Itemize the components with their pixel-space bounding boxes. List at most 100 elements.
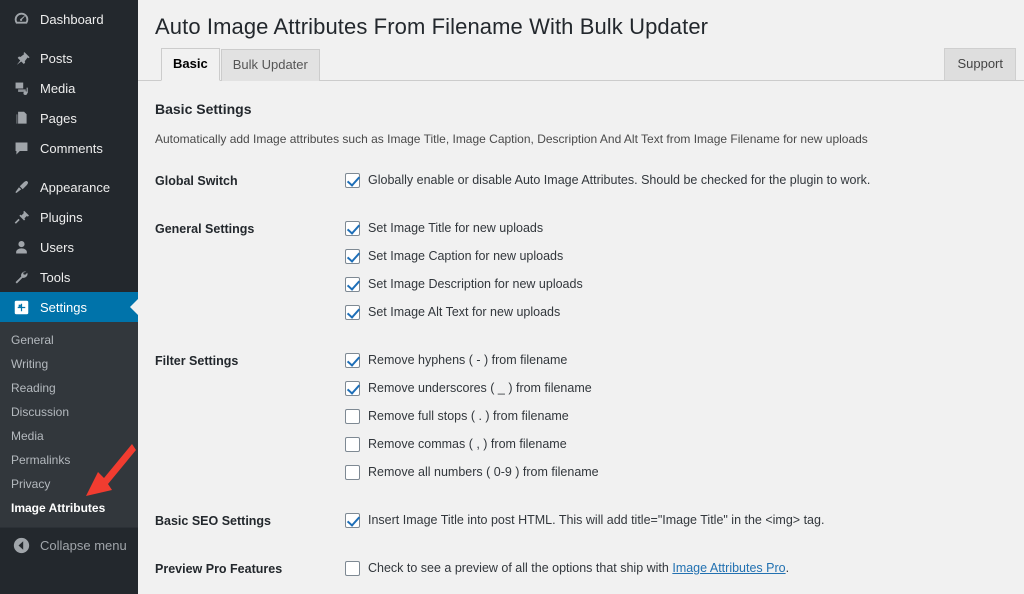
sidebar-menu: Dashboard Posts Media Pages Comments Appearan… <box>0 0 138 322</box>
tab-basic[interactable]: Basic <box>161 48 220 81</box>
checkbox-label-preview-pro: Check to see a preview of all the option… <box>368 560 789 576</box>
dashboard-icon <box>11 9 31 29</box>
checkbox-preview-pro-features[interactable]: Check to see a preview of all the option… <box>345 560 1024 576</box>
checkbox-label: Set Image Alt Text for new uploads <box>368 305 561 319</box>
checkbox-box[interactable] <box>345 248 360 264</box>
sidebar-item-posts[interactable]: Posts <box>0 43 138 73</box>
sidebar-item-label: Plugins <box>40 209 83 225</box>
sidebar-item-comments[interactable]: Comments <box>0 133 138 163</box>
controls-filter-settings: Remove hyphens ( - ) from filename Remove… <box>345 352 1024 480</box>
media-icon <box>11 78 31 98</box>
tab-bar: Basic Bulk Updater Support <box>138 47 1024 81</box>
checkbox-row[interactable]: Set Image Title for new uploads <box>345 220 1024 236</box>
checkbox-row[interactable]: Remove full stops ( . ) from filename <box>345 408 1024 424</box>
sidebar-item-plugins[interactable]: Plugins <box>0 202 138 232</box>
label-filter-settings: Filter Settings <box>155 354 239 368</box>
submenu-item-media[interactable]: Media <box>0 424 138 448</box>
section-title: Basic Settings <box>155 101 252 117</box>
sidebar-item-users[interactable]: Users <box>0 232 138 262</box>
checkbox-box[interactable] <box>345 408 360 424</box>
label-global-switch: Global Switch <box>155 174 238 188</box>
submenu-item-discussion[interactable]: Discussion <box>0 400 138 424</box>
checkbox-box[interactable] <box>345 172 360 188</box>
checkbox-box[interactable] <box>345 220 360 236</box>
field-row-general-settings: General Settings Set Image Title for new… <box>155 220 1024 320</box>
checkbox-row[interactable]: Set Image Caption for new uploads <box>345 248 1024 264</box>
controls-global-switch: Globally enable or disable Auto Image At… <box>345 172 1024 188</box>
checkbox-label: Remove all numbers ( 0-9 ) from filename <box>368 465 599 479</box>
checkbox-label: Remove hyphens ( - ) from filename <box>368 353 568 367</box>
checkbox-row[interactable]: Remove underscores ( _ ) from filename <box>345 380 1024 396</box>
checkbox-box[interactable] <box>345 276 360 292</box>
sidebar-item-label: Tools <box>40 269 71 285</box>
submenu-item-permalinks[interactable]: Permalinks <box>0 448 138 472</box>
label-general-settings: General Settings <box>155 222 255 236</box>
settings-icon <box>11 297 31 317</box>
sidebar-item-pages[interactable]: Pages <box>0 103 138 133</box>
sidebar-item-settings[interactable]: Settings <box>0 292 138 322</box>
sidebar-item-appearance[interactable]: Appearance <box>0 172 138 202</box>
sidebar-item-media[interactable]: Media <box>0 73 138 103</box>
checkbox-row[interactable]: Remove hyphens ( - ) from filename <box>345 352 1024 368</box>
wordpress-admin-screen: Dashboard Posts Media Pages Comments Appearan… <box>0 0 1024 594</box>
sidebar-item-label: Pages <box>40 110 77 126</box>
image-attributes-pro-link[interactable]: Image Attributes Pro <box>672 561 785 575</box>
submenu-item-writing[interactable]: Writing <box>0 352 138 376</box>
checkbox-box[interactable] <box>345 304 360 320</box>
checkbox-box[interactable] <box>345 436 360 452</box>
submenu-item-image-attributes[interactable]: Image Attributes <box>0 496 138 520</box>
tab-bulk-updater[interactable]: Bulk Updater <box>220 49 320 81</box>
collapse-arrow-icon <box>11 535 31 555</box>
checkbox-box[interactable] <box>345 464 360 480</box>
field-row-preview-pro-features: Preview Pro Features Check to see a prev… <box>155 560 1024 576</box>
controls-basic-seo-settings: Insert Image Title into post HTML. This … <box>345 512 1024 528</box>
settings-submenu: General Writing Reading Discussion Media Perm… <box>0 322 138 527</box>
collapse-menu-wrapper: Collapse menu <box>0 527 138 562</box>
settings-form: Basic Settings Automatically add Image a… <box>138 81 1024 576</box>
wrench-icon <box>11 267 31 287</box>
pin-icon <box>11 48 31 68</box>
submenu-item-reading[interactable]: Reading <box>0 376 138 400</box>
checkbox-row[interactable]: Set Image Description for new uploads <box>345 276 1024 292</box>
sidebar-item-label: Settings <box>40 299 87 315</box>
sidebar-item-tools[interactable]: Tools <box>0 262 138 292</box>
page-title: Auto Image Attributes From Filename With… <box>155 14 709 39</box>
pages-icon <box>11 108 31 128</box>
pro-text-before: Check to see a preview of all the option… <box>368 561 673 575</box>
sidebar-item-label: Posts <box>40 50 73 66</box>
sidebar-item-label: Dashboard <box>40 11 104 27</box>
active-menu-pointer-icon <box>130 299 138 315</box>
checkbox-box-preview-pro[interactable] <box>345 560 360 576</box>
checkbox-row[interactable]: Remove all numbers ( 0-9 ) from filename <box>345 464 1024 480</box>
checkbox-label: Remove underscores ( _ ) from filename <box>368 381 592 395</box>
checkbox-row[interactable]: Globally enable or disable Auto Image At… <box>345 172 1024 188</box>
support-button[interactable]: Support <box>944 48 1016 80</box>
sidebar-item-label: Comments <box>40 140 103 156</box>
checkbox-label: Set Image Description for new uploads <box>368 277 583 291</box>
comment-icon <box>11 138 31 158</box>
checkbox-label: Set Image Title for new uploads <box>368 221 544 235</box>
submenu-item-privacy[interactable]: Privacy <box>0 472 138 496</box>
checkbox-box[interactable] <box>345 380 360 396</box>
checkbox-box[interactable] <box>345 512 360 528</box>
tab-list: Basic Bulk Updater <box>161 47 321 81</box>
label-basic-seo-settings: Basic SEO Settings <box>155 514 272 528</box>
checkbox-row[interactable]: Set Image Alt Text for new uploads <box>345 304 1024 320</box>
submenu-item-general[interactable]: General <box>0 328 138 352</box>
checkbox-label: Remove full stops ( . ) from filename <box>368 409 569 423</box>
checkbox-box[interactable] <box>345 352 360 368</box>
user-icon <box>11 237 31 257</box>
checkbox-label: Insert Image Title into post HTML. This … <box>368 513 825 527</box>
main-content: Auto Image Attributes From Filename With… <box>138 0 1024 594</box>
field-row-filter-settings: Filter Settings Remove hyphens ( - ) fro… <box>155 352 1024 480</box>
section-description: Automatically add Image attributes such … <box>155 132 868 146</box>
pro-text-after: . <box>785 561 790 575</box>
collapse-menu-button[interactable]: Collapse menu <box>0 528 138 562</box>
checkbox-label: Globally enable or disable Auto Image At… <box>368 173 871 187</box>
sidebar-item-label: Media <box>40 80 76 96</box>
checkbox-row[interactable]: Insert Image Title into post HTML. This … <box>345 512 1024 528</box>
paintbrush-icon <box>11 177 31 197</box>
collapse-menu-label: Collapse menu <box>40 537 127 553</box>
sidebar-item-dashboard[interactable]: Dashboard <box>0 4 138 34</box>
checkbox-row[interactable]: Remove commas ( , ) from filename <box>345 436 1024 452</box>
